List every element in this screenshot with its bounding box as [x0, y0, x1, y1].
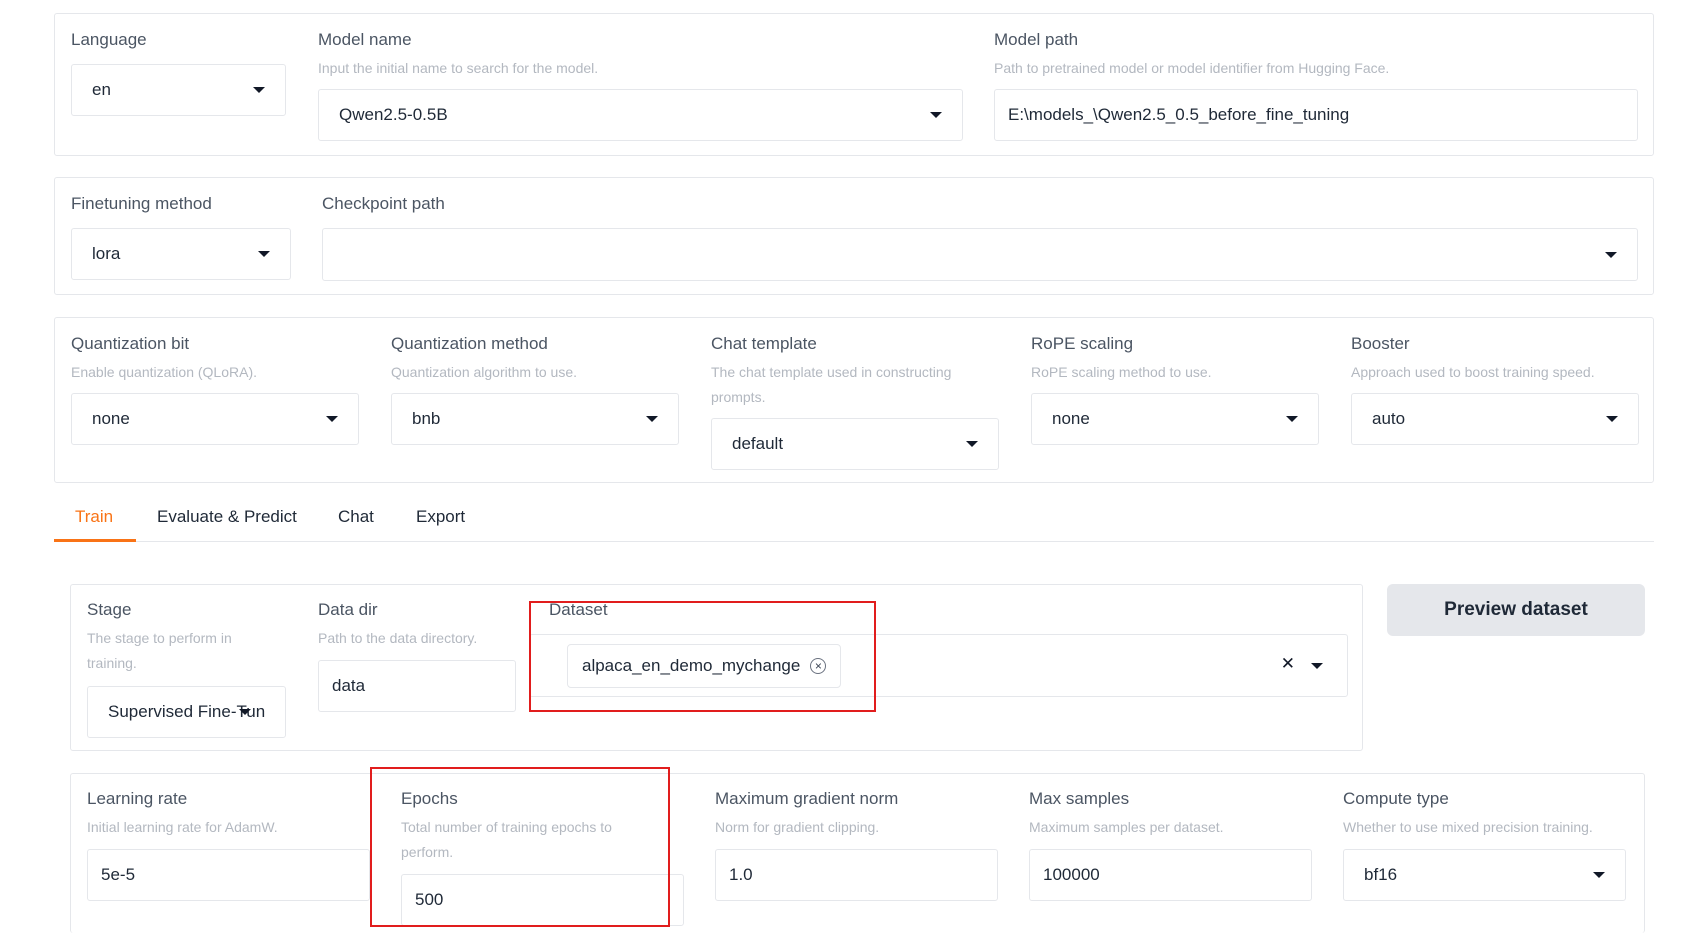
max-grad-norm-label: Maximum gradient norm [715, 789, 899, 808]
rope-scaling-hint: RoPE scaling method to use. [1031, 364, 1212, 380]
chevron-down-icon [1606, 416, 1618, 422]
chevron-down-icon [1593, 872, 1605, 878]
max-samples-value: 100000 [1043, 865, 1100, 884]
max-samples-hint: Maximum samples per dataset. [1029, 819, 1224, 835]
epochs-highlight-box [370, 767, 670, 927]
compute-type-select[interactable]: bf16 [1343, 849, 1626, 901]
stage-label: Stage [87, 600, 132, 619]
compute-type-label: Compute type [1343, 789, 1449, 808]
stage-select[interactable]: Supervised Fine-Tun [87, 686, 286, 738]
chat-template-value: default [732, 434, 784, 453]
chat-template-label: Chat template [711, 334, 817, 353]
preview-dataset-button[interactable]: Preview dataset [1387, 584, 1645, 636]
quantization-method-hint: Quantization algorithm to use. [391, 364, 577, 380]
data-dir-input[interactable]: data [318, 660, 516, 712]
chevron-down-icon [1605, 251, 1617, 258]
data-dir-label: Data dir [318, 600, 378, 619]
max-samples-label: Max samples [1029, 789, 1130, 808]
checkpoint-path-label: Checkpoint path [322, 194, 445, 213]
checkpoint-path-select[interactable] [322, 228, 1638, 281]
language-value: en [92, 80, 111, 99]
data-dir-value: data [332, 676, 366, 695]
learning-rate-value: 5e-5 [101, 865, 136, 884]
max-grad-norm-input[interactable]: 1.0 [715, 849, 998, 901]
quantization-method-value: bnb [412, 409, 441, 428]
tab-evaluate-predict[interactable]: Evaluate & Predict [157, 507, 297, 527]
booster-value: auto [1372, 409, 1406, 428]
quantization-method-label: Quantization method [391, 334, 548, 353]
model-name-value: Qwen2.5-0.5B [339, 105, 448, 124]
compute-type-hint: Whether to use mixed precision training. [1343, 819, 1593, 835]
chat-template-select[interactable]: default [711, 418, 999, 470]
rope-scaling-label: RoPE scaling [1031, 334, 1134, 353]
compute-type-value: bf16 [1364, 865, 1398, 884]
language-select[interactable]: en [71, 64, 286, 116]
quantization-bit-hint: Enable quantization (QLoRA). [71, 364, 257, 380]
stage-hint: The stage to perform in training. [87, 630, 232, 671]
chat-template-hint: The chat template used in constructing p… [711, 364, 952, 405]
finetuning-method-label: Finetuning method [71, 194, 212, 213]
learning-rate-label: Learning rate [87, 789, 188, 808]
rope-scaling-select[interactable]: none [1031, 393, 1319, 445]
model-path-hint: Path to pretrained model or model identi… [994, 60, 1390, 76]
booster-select[interactable]: auto [1351, 393, 1639, 445]
chevron-down-icon [1286, 416, 1298, 422]
language-label: Language [71, 30, 147, 49]
chevron-down-icon [930, 112, 942, 118]
finetuning-method-value: lora [92, 244, 121, 263]
booster-label: Booster [1351, 334, 1410, 353]
model-name-select[interactable]: Qwen2.5-0.5B [318, 89, 963, 141]
learning-rate-hint: Initial learning rate for AdamW. [87, 819, 278, 835]
booster-hint: Approach used to boost training speed. [1351, 364, 1595, 380]
rope-scaling-value: none [1052, 409, 1090, 428]
tab-chat[interactable]: Chat [338, 507, 374, 527]
quantization-bit-select[interactable]: none [71, 393, 359, 445]
quantization-method-select[interactable]: bnb [391, 393, 679, 445]
quantization-bit-label: Quantization bit [71, 334, 190, 353]
finetuning-method-select[interactable]: lora [71, 228, 291, 280]
quantization-bit-value: none [92, 409, 130, 428]
model-name-label: Model name [318, 30, 412, 49]
chevron-down-icon [258, 251, 270, 257]
tab-train[interactable]: Train [75, 507, 113, 527]
model-name-hint: Input the initial name to search for the… [318, 60, 599, 76]
model-path-label: Model path [994, 30, 1079, 49]
tab-train-underline [54, 539, 136, 542]
tab-export[interactable]: Export [416, 507, 465, 527]
model-path-value: E:\models_\Qwen2.5_0.5_before_fine_tunin… [1008, 105, 1350, 124]
model-path-input[interactable]: E:\models_\Qwen2.5_0.5_before_fine_tunin… [994, 89, 1638, 141]
data-dir-hint: Path to the data directory. [318, 630, 478, 646]
tab-bar-divider [54, 541, 1654, 542]
dataset-highlight-box [529, 601, 876, 712]
max-samples-input[interactable]: 100000 [1029, 849, 1312, 901]
max-grad-norm-hint: Norm for gradient clipping. [715, 819, 880, 835]
chevron-down-icon [646, 416, 658, 422]
clear-icon[interactable]: ✕ [1281, 654, 1295, 674]
chevron-down-icon [966, 441, 978, 447]
max-grad-norm-value: 1.0 [729, 865, 753, 884]
chevron-down-icon [253, 87, 265, 93]
chevron-down-icon [326, 416, 338, 422]
chevron-down-icon [239, 709, 251, 715]
chevron-down-icon[interactable] [1311, 662, 1323, 669]
learning-rate-input[interactable]: 5e-5 [87, 849, 370, 901]
